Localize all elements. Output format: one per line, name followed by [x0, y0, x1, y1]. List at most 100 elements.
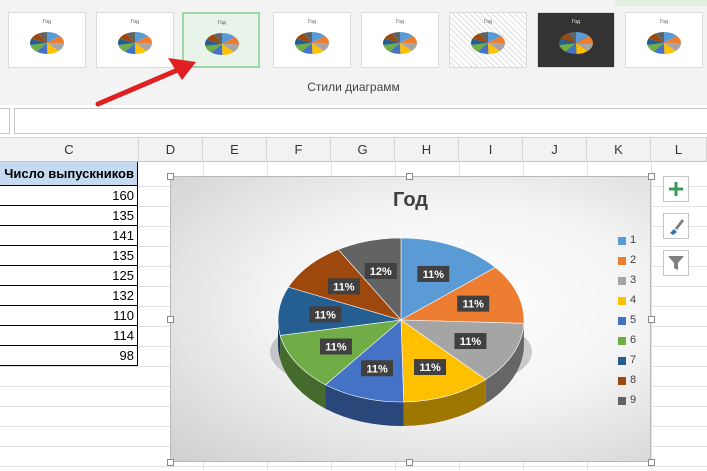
- legend-label: 6: [630, 334, 637, 346]
- legend-item-2[interactable]: 2: [614, 253, 644, 269]
- table-header[interactable]: Число выпускников: [0, 162, 138, 186]
- pie-chart[interactable]: 11% 11% 11% 11% 11% 11% 11% 11% 12%: [251, 225, 551, 455]
- data-label: 11%: [309, 306, 342, 323]
- chart-title[interactable]: Год: [171, 189, 650, 212]
- legend-label: 2: [630, 254, 637, 266]
- chart-style-thumbnail[interactable]: Год: [182, 12, 260, 68]
- resize-handle[interactable]: [406, 173, 413, 180]
- thumbnail-title: Год: [131, 19, 139, 25]
- chart-area[interactable]: Год 11% 11% 11% 11% 11% 11% 11% 11% 12% 1 2 3 4 5 6 7 8…: [170, 176, 651, 462]
- legend-label: 9: [630, 394, 637, 406]
- data-cell[interactable]: 114: [0, 326, 138, 346]
- legend-label: 7: [630, 354, 637, 366]
- column-header-c[interactable]: C: [0, 138, 139, 162]
- chart-elements-button[interactable]: [663, 176, 689, 202]
- data-label: 12%: [364, 262, 397, 279]
- chart-filters-button[interactable]: [663, 250, 689, 276]
- data-label: 11%: [319, 338, 352, 355]
- data-cell[interactable]: 135: [0, 206, 138, 226]
- column-header-d[interactable]: D: [139, 138, 203, 162]
- filter-icon: [668, 256, 684, 270]
- legend-item-9[interactable]: 9: [614, 393, 644, 409]
- data-cell[interactable]: 125: [0, 266, 138, 286]
- data-label: 11%: [327, 278, 360, 295]
- data-cell[interactable]: 141: [0, 226, 138, 246]
- legend-swatch: [618, 277, 626, 285]
- data-label-text: 11%: [460, 336, 482, 348]
- chart-style-thumbnail[interactable]: Год: [537, 12, 615, 68]
- data-label-text: 11%: [423, 269, 445, 281]
- data-label: 11%: [457, 295, 490, 312]
- legend-swatch: [618, 337, 626, 345]
- chart-style-thumbnail[interactable]: Год: [361, 12, 439, 68]
- chart-styles-group-label: Стили диаграмм: [307, 80, 400, 94]
- resize-handle[interactable]: [406, 459, 413, 466]
- column-header-l[interactable]: L: [651, 138, 707, 162]
- data-label: 11%: [361, 360, 394, 377]
- legend-label: 1: [630, 234, 637, 246]
- data-cell[interactable]: 110: [0, 306, 138, 326]
- chart-style-thumbnail[interactable]: Год: [273, 12, 351, 68]
- resize-handle[interactable]: [648, 459, 655, 466]
- data-cell[interactable]: 160: [0, 186, 138, 206]
- resize-handle[interactable]: [167, 459, 174, 466]
- legend-item-7[interactable]: 7: [614, 353, 644, 369]
- legend-swatch: [618, 297, 626, 305]
- chart-style-thumbnail[interactable]: Год: [449, 12, 527, 68]
- legend-item-8[interactable]: 8: [614, 373, 644, 389]
- data-cell[interactable]: 98: [0, 346, 138, 366]
- chart-styles-button[interactable]: [663, 213, 689, 239]
- thumbnail-title: Год: [660, 19, 668, 25]
- data-cell[interactable]: 132: [0, 286, 138, 306]
- legend-item-5[interactable]: 5: [614, 313, 644, 329]
- legend-label: 5: [630, 314, 637, 326]
- legend-label: 3: [630, 274, 637, 286]
- data-label-text: 11%: [419, 362, 441, 374]
- data-label-text: 11%: [333, 281, 355, 293]
- legend-swatch: [618, 237, 626, 245]
- ribbon-strip: [615, 0, 707, 6]
- legend-label: 4: [630, 294, 637, 306]
- thumbnail-title: Год: [396, 19, 404, 25]
- column-header-k[interactable]: K: [587, 138, 651, 162]
- chart-style-thumbnail[interactable]: Год: [96, 12, 174, 68]
- thumbnail-title: Год: [572, 19, 580, 25]
- data-label: 11%: [454, 333, 487, 350]
- chart-styles-gallery: Год Год Год Год Год Год Год Год: [5, 8, 705, 70]
- data-label: 11%: [417, 265, 450, 282]
- column-header-f[interactable]: F: [267, 138, 331, 162]
- data-label: 11%: [414, 359, 447, 376]
- legend-swatch: [618, 357, 626, 365]
- legend-swatch: [618, 317, 626, 325]
- formula-bar: [0, 105, 707, 138]
- name-box[interactable]: [0, 108, 10, 134]
- legend-item-3[interactable]: 3: [614, 273, 644, 289]
- legend-label: 8: [630, 374, 637, 386]
- column-header-j[interactable]: J: [523, 138, 587, 162]
- brush-icon: [670, 219, 684, 235]
- legend-item-1[interactable]: 1: [614, 233, 644, 249]
- data-label-text: 11%: [366, 363, 388, 375]
- legend-item-6[interactable]: 6: [614, 333, 644, 349]
- column-header-i[interactable]: I: [459, 138, 523, 162]
- ribbon: Год Год Год Год Год Год Год Год Стили диаграмм: [0, 0, 707, 106]
- data-label-text: 12%: [370, 266, 392, 278]
- column-header-h[interactable]: H: [395, 138, 459, 162]
- formula-input[interactable]: [14, 108, 707, 134]
- resize-handle[interactable]: [648, 316, 655, 323]
- resize-handle[interactable]: [167, 316, 174, 323]
- data-label-text: 11%: [325, 342, 347, 354]
- chart-style-thumbnail[interactable]: Год: [625, 12, 703, 68]
- legend-item-4[interactable]: 4: [614, 293, 644, 309]
- resize-handle[interactable]: [648, 173, 655, 180]
- chart-style-thumbnail[interactable]: Год: [8, 12, 86, 68]
- row-gridline: [0, 466, 707, 467]
- column-header-g[interactable]: G: [331, 138, 395, 162]
- resize-handle[interactable]: [167, 173, 174, 180]
- data-label-text: 11%: [315, 309, 337, 321]
- data-cell[interactable]: 135: [0, 246, 138, 266]
- thumbnail-title: Год: [43, 19, 51, 25]
- column-header-e[interactable]: E: [203, 138, 267, 162]
- thumbnail-title: Год: [484, 19, 492, 25]
- legend-swatch: [618, 377, 626, 385]
